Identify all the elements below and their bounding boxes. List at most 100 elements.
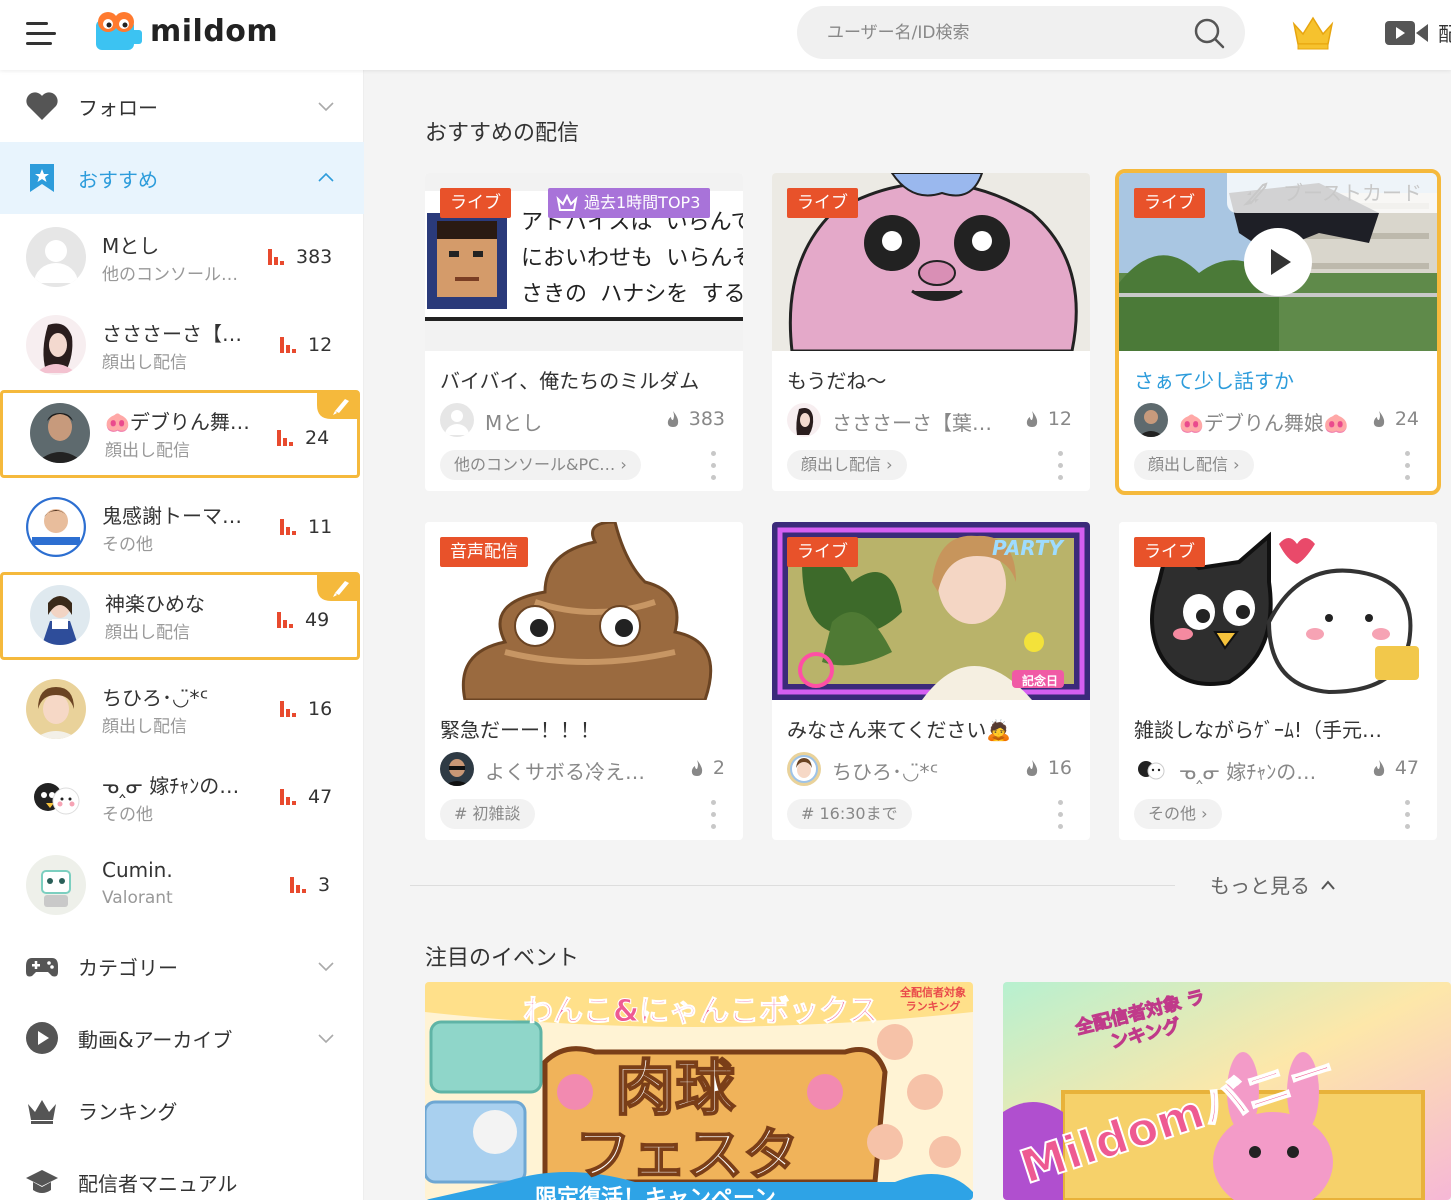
- viewer-count-value: 16: [308, 698, 333, 720]
- more-options-icon[interactable]: [1058, 449, 1064, 483]
- chevron-down-icon: [318, 102, 334, 112]
- event-banner[interactable]: わんこ&にゃんこボックス 全配信者対象 ランキング 肉球 フェスタ 限定復活！キ…: [425, 982, 973, 1200]
- avatar: [440, 752, 474, 786]
- search-input[interactable]: [827, 20, 1167, 46]
- sidebar-streamer[interactable]: Mとし 他のコンソール… 383: [0, 214, 360, 302]
- avatar: [1134, 403, 1168, 437]
- sidebar-streamer[interactable]: ちひろ･◡̈*ᑦ 顔出し配信 16: [0, 666, 360, 754]
- stream-card[interactable]: アドバイスは いらんて においわせも いらんぞ さきの ハナシを するなよ ライ…: [425, 173, 743, 491]
- hashtag-tag[interactable]: # 16:30まで: [787, 799, 912, 829]
- user-name: さささーさ【葉…: [832, 411, 992, 435]
- stream-card[interactable]: ライブ 雑談しながらｹﾞｰﾑ!（手元… ᓀ‸ᓂ 嫁ﾁｬﾝの… 47 その他 ›: [1119, 522, 1437, 840]
- stream-title[interactable]: バイバイ、俺たちのミルダム: [440, 365, 730, 394]
- stream-user[interactable]: よくサボる冷え… 2: [440, 752, 740, 786]
- more-options-icon[interactable]: [711, 798, 717, 832]
- sidebar-item-videos[interactable]: 動画&アーカイブ: [0, 1002, 364, 1074]
- more-options-icon[interactable]: [1058, 798, 1064, 832]
- stream-title[interactable]: もうだね〜: [787, 365, 1077, 394]
- live-tag: ライブ: [787, 537, 858, 567]
- stream-card[interactable]: PARTY 記念日 ライブ みなさん来てください🙇 ちひろ･◡̈*ᑦ 16 # …: [772, 522, 1090, 840]
- streamer-category: 他のコンソール…: [102, 265, 238, 285]
- fire-icon: [1026, 411, 1037, 427]
- avatar: [26, 855, 86, 915]
- popularity-count: 383: [688, 408, 725, 430]
- sidebar-item-manual[interactable]: 配信者マニュアル: [0, 1146, 364, 1200]
- category-tag[interactable]: 顔出し配信 ›: [787, 450, 907, 480]
- stream-thumbnail[interactable]: ライブ: [772, 173, 1090, 351]
- stream-user[interactable]: ᓀ‸ᓂ 嫁ﾁｬﾝの… 47: [1134, 752, 1434, 786]
- hashtag-tag[interactable]: # 初雑談: [440, 799, 535, 829]
- avatar: [787, 403, 821, 437]
- stream-thumbnail[interactable]: ライブ ブーストカード: [1119, 173, 1437, 351]
- avatar: [787, 752, 821, 786]
- search-icon[interactable]: [1193, 17, 1225, 49]
- popularity: 47: [1371, 757, 1419, 779]
- stream-thumbnail[interactable]: アドバイスは いらんて においわせも いらんぞ さきの ハナシを するなよ ライ…: [425, 173, 743, 351]
- stream-user[interactable]: さささーさ【葉… 12: [787, 403, 1087, 437]
- sidebar-item-category[interactable]: カテゴリー: [0, 930, 364, 1002]
- more-options-icon[interactable]: [1405, 798, 1411, 832]
- user-name: ちひろ･◡̈*ᑦ: [832, 760, 939, 784]
- avatar: [26, 227, 86, 287]
- avatar: [26, 497, 86, 557]
- show-more-button[interactable]: もっと見る: [1210, 870, 1336, 899]
- sidebar-streamer-boosted[interactable]: 🐽デブりん舞… 顔出し配信 24: [0, 390, 360, 478]
- stream-thumbnail[interactable]: ライブ: [1119, 522, 1437, 700]
- bookmark-star-icon: [30, 164, 54, 192]
- stream-card-boosted[interactable]: ライブ ブーストカード さぁて少し話すか 🐽デブりん舞娘🐽 24 顔出し配信 ›: [1115, 169, 1441, 495]
- streamer-category: 顔出し配信: [105, 441, 190, 461]
- logo-text: mildom: [150, 13, 279, 49]
- sidebar-streamer[interactable]: ᓀ‸ᓂ 嫁ﾁｬﾝの… その他 47: [0, 754, 360, 842]
- video-camera-icon[interactable]: [1385, 18, 1429, 48]
- stream-title[interactable]: さぁて少し話すか: [1134, 365, 1424, 394]
- avatar: [1134, 752, 1168, 786]
- event-banner[interactable]: 全配信者対象 ランキング Mildomバニー: [1003, 982, 1451, 1200]
- crown-outline-icon: [28, 1100, 56, 1124]
- category-tag[interactable]: その他 ›: [1134, 799, 1222, 829]
- category-tag[interactable]: 顔出し配信 ›: [1134, 450, 1254, 480]
- stream-title[interactable]: 雑談しながらｹﾞｰﾑ!（手元…: [1134, 714, 1424, 743]
- top-header: mildom 配: [0, 0, 1451, 70]
- stream-thumbnail[interactable]: 音声配信: [425, 522, 743, 700]
- category-label: 他のコンソール&PC…: [454, 455, 616, 474]
- mildom-logo[interactable]: mildom: [92, 10, 278, 52]
- top3-badge: 過去1時間TOP3: [548, 188, 711, 218]
- stream-card[interactable]: ライブ もうだね〜 さささーさ【葉… 12 顔出し配信 ›: [772, 173, 1090, 491]
- category-label: 顔出し配信: [801, 455, 882, 474]
- sidebar-streamer[interactable]: 鬼感謝トーマ… その他 11: [0, 484, 360, 572]
- popularity: 24: [1371, 408, 1419, 430]
- party-label: PARTY: [992, 536, 1063, 560]
- sidebar-item-follow[interactable]: フォロー: [0, 70, 364, 142]
- viewers-bar-icon: [280, 337, 298, 353]
- stream-title[interactable]: 緊急だーー！！！: [440, 714, 730, 743]
- sidebar-streamer[interactable]: さささーさ【… 顔出し配信 12: [0, 302, 360, 390]
- stream-thumbnail[interactable]: PARTY 記念日 ライブ: [772, 522, 1090, 700]
- event-title: わんこ&にゃんこボックス: [522, 994, 879, 1030]
- crown-icon[interactable]: [1290, 14, 1336, 50]
- streamer-category: 顔出し配信: [105, 623, 190, 643]
- more-options-icon[interactable]: [1405, 449, 1411, 483]
- go-live-label[interactable]: 配: [1438, 18, 1451, 47]
- sidebar-item-ranking[interactable]: ランキング: [0, 1074, 364, 1146]
- menu-icon[interactable]: [26, 18, 58, 48]
- stream-card[interactable]: 音声配信 緊急だーー！！！ よくサボる冷え… 2 # 初雑談: [425, 522, 743, 840]
- fire-icon: [1373, 411, 1384, 427]
- sidebar-item-recommended[interactable]: おすすめ: [0, 142, 364, 214]
- more-options-icon[interactable]: [711, 449, 717, 483]
- streamer-name: Mとし: [102, 234, 160, 258]
- chevron-up-icon: [1321, 879, 1335, 890]
- sidebar-streamer[interactable]: Cumin. Valorant 3: [0, 842, 360, 930]
- play-button-icon[interactable]: [1243, 227, 1313, 297]
- boost-card-tag: ブーストカード: [1227, 173, 1437, 213]
- streamer-category: 顔出し配信: [102, 717, 187, 737]
- sidebar-streamer-boosted[interactable]: 神楽ひめな 顔出し配信 49: [0, 572, 360, 660]
- stream-user[interactable]: ちひろ･◡̈*ᑦ 16: [787, 752, 1087, 786]
- stream-user[interactable]: Mとし 383: [440, 403, 740, 437]
- chevron-right-icon: ›: [615, 455, 627, 474]
- rocket-icon: [1243, 182, 1268, 206]
- streamer-category: その他: [102, 535, 153, 555]
- category-tag[interactable]: 他のコンソール&PC… ›: [440, 450, 641, 480]
- stream-title[interactable]: みなさん来てください🙇: [787, 714, 1077, 743]
- stream-user[interactable]: 🐽デブりん舞娘🐽 24: [1134, 403, 1434, 437]
- streamer-name: 🐽デブりん舞…: [105, 410, 250, 434]
